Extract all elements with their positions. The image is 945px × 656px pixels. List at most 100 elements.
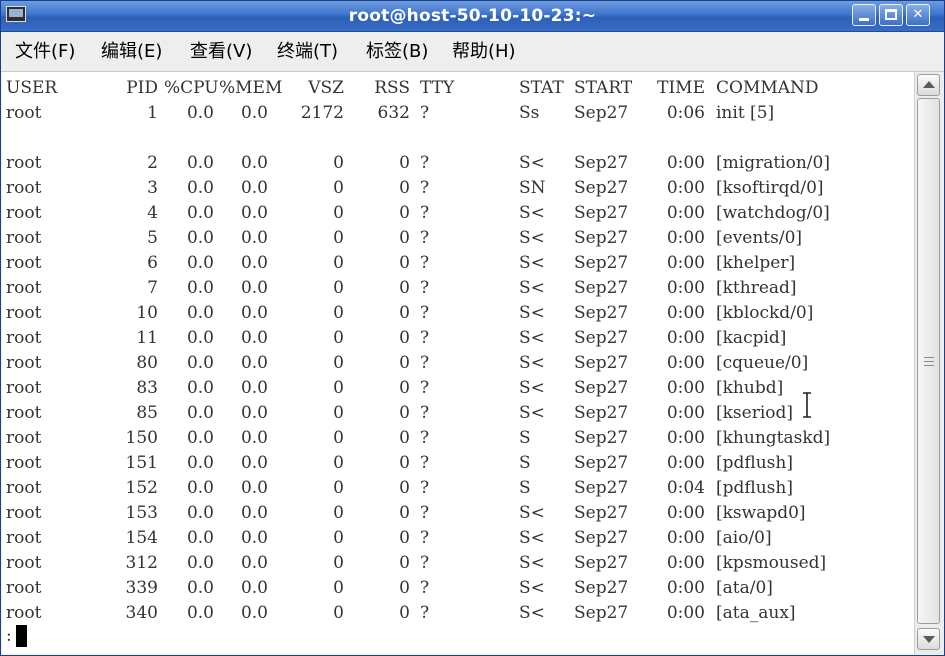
cell-time: 0:00 <box>666 578 705 598</box>
cell-user: root <box>6 253 42 273</box>
cell-user: root <box>6 603 42 623</box>
header-tty: TTY <box>420 78 455 98</box>
cell-rss: 0 <box>399 203 410 223</box>
maximize-button[interactable] <box>879 4 903 26</box>
cell-tty: ? <box>420 228 430 248</box>
process-row: root 7 0.0 0.0 0 0? S< Sep27 0:00 [kthread] <box>2 275 914 300</box>
cell-tty: ? <box>420 453 430 473</box>
scroll-up-button[interactable] <box>917 74 940 96</box>
cell-vsz: 0 <box>333 203 344 223</box>
process-row: root 3 0.0 0.0 0 0? SN Sep27 0:00 [ksoftirqd/0] <box>2 175 914 200</box>
scroll-thumb[interactable] <box>917 98 940 624</box>
arrow-down-icon <box>923 636 935 643</box>
cell-rss: 0 <box>399 428 410 448</box>
cell-mem: 0.0 <box>240 153 268 173</box>
cell-command: [ata_aux] <box>716 603 796 623</box>
header-vsz: VSZ <box>308 78 344 98</box>
close-button[interactable]: ✕ <box>906 4 930 26</box>
cell-vsz: 2172 <box>300 103 344 123</box>
minimize-button[interactable] <box>852 4 876 26</box>
cell-command: [pdflush] <box>716 478 793 498</box>
cell-start: Sep27 <box>574 303 629 323</box>
cell-command: [kblockd/0] <box>716 303 814 323</box>
cell-vsz: 0 <box>333 328 344 348</box>
process-row: root 339 0.0 0.0 0 0? S< Sep27 0:00 [ata/0] <box>2 575 914 600</box>
cell-rss: 0 <box>399 178 410 198</box>
cell-time: 0:00 <box>666 528 705 548</box>
cell-mem: 0.0 <box>240 403 268 423</box>
cell-pid: 153 <box>125 503 158 523</box>
cell-cpu: 0.0 <box>186 453 214 473</box>
cell-time: 0:00 <box>666 253 705 273</box>
cell-stat: S< <box>519 503 545 523</box>
cell-cpu: 0.0 <box>186 303 214 323</box>
cell-cpu: 0.0 <box>186 428 214 448</box>
cell-tty: ? <box>420 353 430 373</box>
cell-user: root <box>6 228 42 248</box>
cell-mem: 0.0 <box>240 353 268 373</box>
cell-command: [ata/0] <box>716 578 773 598</box>
cell-vsz: 0 <box>333 503 344 523</box>
menu-view[interactable]: 查看(V) <box>190 41 252 63</box>
cell-time: 0:04 <box>666 478 705 498</box>
menu-help[interactable]: 帮助(H) <box>452 41 516 63</box>
process-row: root 150 0.0 0.0 0 0? S Sep27 0:00 [khungtaskd] <box>2 425 914 450</box>
cell-vsz: 0 <box>333 603 344 623</box>
cell-start: Sep27 <box>574 578 629 598</box>
cell-user: root <box>6 453 42 473</box>
cell-start: Sep27 <box>574 203 629 223</box>
cell-tty: ? <box>420 328 430 348</box>
cell-start: Sep27 <box>574 453 629 473</box>
cell-command: [khubd] <box>716 378 784 398</box>
cell-start: Sep27 <box>574 478 629 498</box>
cell-rss: 0 <box>399 153 410 173</box>
cell-cpu: 0.0 <box>186 278 214 298</box>
maximize-icon <box>885 9 897 20</box>
cell-vsz: 0 <box>333 278 344 298</box>
cell-user: root <box>6 178 42 198</box>
cell-time: 0:00 <box>666 353 705 373</box>
cell-mem: 0.0 <box>240 453 268 473</box>
cell-vsz: 0 <box>333 403 344 423</box>
title-bar[interactable]: root@host-50-10-10-23:~ ✕ <box>1 1 944 32</box>
cell-user: root <box>6 528 42 548</box>
cell-start: Sep27 <box>574 178 629 198</box>
cell-stat: S <box>519 478 531 498</box>
cell-pid: 11 <box>136 328 158 348</box>
cell-cpu: 0.0 <box>186 353 214 373</box>
cell-tty: ? <box>420 553 430 573</box>
menu-terminal[interactable]: 终端(T) <box>277 41 338 63</box>
process-row: root 10 0.0 0.0 0 0? S< Sep27 0:00 [kblockd/0] <box>2 300 914 325</box>
cell-tty: ? <box>420 503 430 523</box>
cell-tty: ? <box>420 478 430 498</box>
cell-command: [watchdog/0] <box>716 203 830 223</box>
process-row: root 151 0.0 0.0 0 0? S Sep27 0:00 [pdflush] <box>2 450 914 475</box>
cell-rss: 0 <box>399 553 410 573</box>
cell-pid: 7 <box>147 278 158 298</box>
menu-tabs[interactable]: 标签(B) <box>366 41 428 63</box>
cell-pid: 150 <box>125 428 158 448</box>
cell-pid: 10 <box>136 303 158 323</box>
terminal-output[interactable]: USER PID %CPU %MEM VSZ RSS TTY STAT START TIME COM… <box>2 72 914 654</box>
process-row: root 312 0.0 0.0 0 0? S< Sep27 0:00 [kpsmoused] <box>2 550 914 575</box>
cell-stat: S< <box>519 228 545 248</box>
cell-vsz: 0 <box>333 553 344 573</box>
cell-user: root <box>6 103 42 123</box>
header-stat: STAT <box>519 78 564 98</box>
menu-edit[interactable]: 编辑(E) <box>101 41 162 63</box>
cell-stat: S< <box>519 278 545 298</box>
cell-user: root <box>6 403 42 423</box>
cell-mem: 0.0 <box>240 603 268 623</box>
cell-mem: 0.0 <box>240 278 268 298</box>
cell-tty: ? <box>420 403 430 423</box>
cell-command: [pdflush] <box>716 453 793 473</box>
vertical-scrollbar[interactable] <box>914 72 943 654</box>
cell-time: 0:00 <box>666 153 705 173</box>
cell-time: 0:06 <box>666 103 705 123</box>
cell-command: [kpsmoused] <box>716 553 827 573</box>
scroll-down-button[interactable] <box>917 628 940 650</box>
menu-file[interactable]: 文件(F) <box>15 41 75 63</box>
cell-stat: S< <box>519 553 545 573</box>
cell-cpu: 0.0 <box>186 378 214 398</box>
cell-tty: ? <box>420 528 430 548</box>
